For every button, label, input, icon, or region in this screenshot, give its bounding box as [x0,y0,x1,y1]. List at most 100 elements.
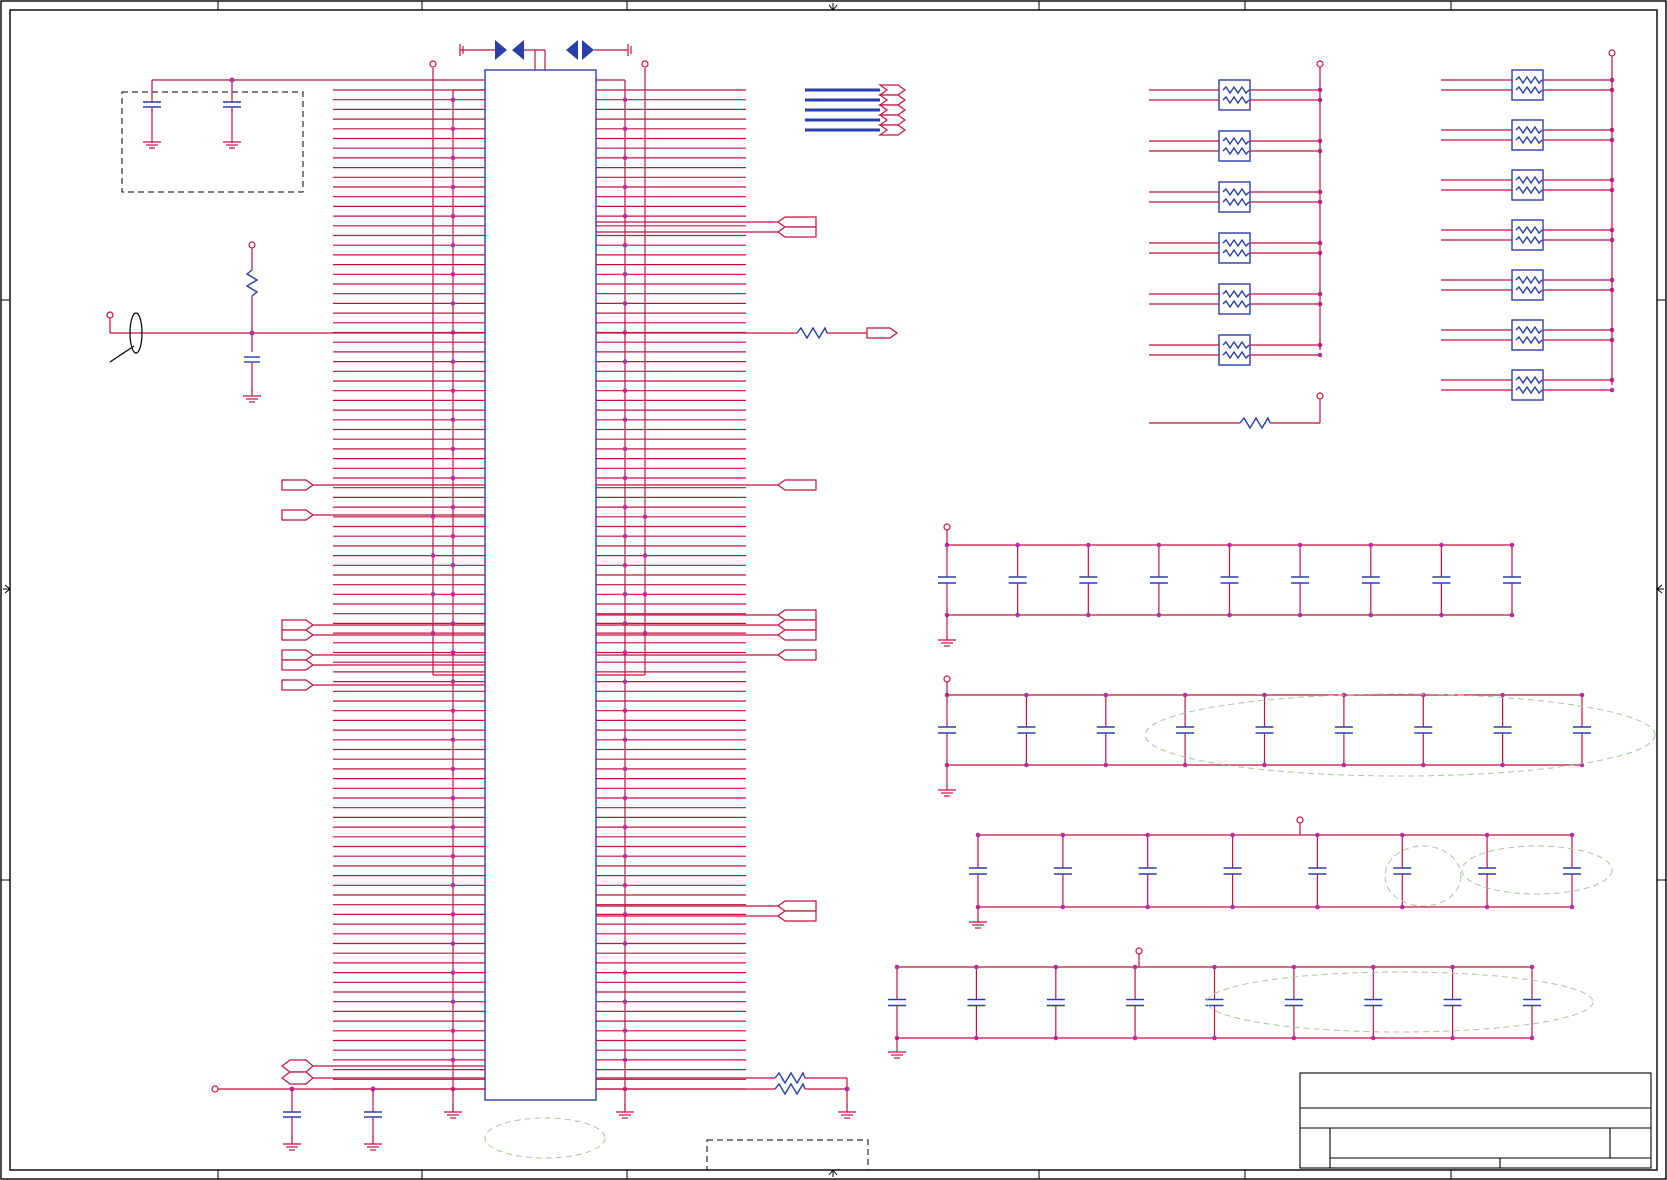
junction-dot [450,679,456,684]
resistor-array [1218,232,1251,264]
junction-dot [450,242,456,248]
resistor-zigzag [1515,235,1543,245]
junction-dot [642,514,648,520]
resistor-array [1218,79,1251,111]
junction-dot [450,912,456,917]
junction-dot [1400,904,1405,910]
junction-dot [1227,542,1232,548]
junction-dot [450,650,456,655]
junction-dot [622,592,628,597]
junction-dot [450,475,456,481]
junction-dot [1371,964,1376,970]
junction-dot [430,592,436,597]
junction-dot [1103,762,1109,768]
junction-dot [450,184,456,190]
resistor-array [1511,69,1544,101]
junction-dot [450,737,456,743]
junction-dot [1053,964,1059,970]
junction-dot [1529,1035,1535,1041]
junction-dot [1060,904,1066,910]
title-block [1299,1072,1652,1169]
junction-dot [1421,762,1426,768]
bulk-cap-group [121,77,485,193]
junction-dot [894,964,900,970]
resistor-zigzag [1222,136,1250,146]
resistor-array [1511,169,1544,201]
junction-dot [1569,904,1575,910]
junction-dot [622,650,628,655]
junction-dot [1500,692,1505,698]
junction-dot [1145,904,1150,910]
junction-dot [450,708,456,713]
resistor-array [1511,269,1544,301]
junction-dot [622,883,628,888]
junction-dot [450,853,456,859]
resistor-zigzag [1515,125,1543,135]
junction-dot [450,883,456,888]
pullup-resistor [1239,416,1271,430]
junction-dot [1368,612,1374,618]
junction-dot [622,155,628,161]
junction-dot [450,272,456,277]
junction-dot [1015,542,1020,548]
junction-dot [1212,964,1217,970]
resistor-zigzag [1515,375,1543,385]
junction-dot [1484,904,1490,910]
junction-dot [450,388,456,394]
resistor-zigzag [1515,175,1543,185]
junction-dot [1291,964,1297,970]
junction-dot [1227,612,1232,618]
junction-dot [450,941,456,946]
junction-dot [1060,832,1066,838]
resistor-zigzag [1222,238,1250,248]
junction-dot [1024,692,1029,698]
junction-dot [450,970,456,975]
resistor-array [1511,319,1544,351]
junction-dot [1509,612,1515,618]
junction-dot [1371,1035,1376,1041]
junction-dot [622,417,628,423]
junction-dot [1341,762,1347,768]
junction-dot [1015,612,1020,618]
resistor-array [1218,283,1251,315]
junction-dot [1317,352,1323,358]
resistor-array [1218,130,1251,162]
junction-dot [1086,612,1091,618]
resistor-array [1218,181,1251,213]
junction-dot [622,301,628,306]
resistor-zigzag [1515,135,1543,145]
resistor-zigzag [1222,85,1250,95]
junction-dot [622,475,628,481]
resistor-array [1511,219,1544,251]
junction-dot [1368,542,1374,548]
schematic-sheet [0,0,1667,1180]
junction-dot [1315,904,1320,910]
junction-dot [622,242,628,248]
resistor-array [1511,119,1544,151]
junction-dot [975,832,981,838]
junction-dot [1500,762,1505,768]
resistor-zigzag [1222,299,1250,309]
decoupling-capacitors [888,530,1591,1041]
resistor-array [1218,334,1251,366]
junction-dot [450,1057,456,1063]
junction-dot [430,553,436,558]
junction-dot [622,1057,628,1063]
resistor-zigzag [1222,95,1250,105]
junction-dot [1484,832,1490,838]
junction-dot [450,563,456,568]
junction-dot [1182,762,1188,768]
junction-dot [622,184,628,190]
junction-dot [1156,542,1162,548]
junction-dot [622,359,628,364]
resistor-zigzag [1515,225,1543,235]
resistor-zigzag [1515,85,1543,95]
junction-dot [450,97,456,102]
junction-dot [1297,542,1303,548]
junction-dot [622,824,628,830]
junction-dot [622,795,628,801]
junction-dot [1182,692,1188,698]
junction-dot [1024,762,1029,768]
junction-dot [450,213,456,219]
junction-dot [1439,542,1444,548]
